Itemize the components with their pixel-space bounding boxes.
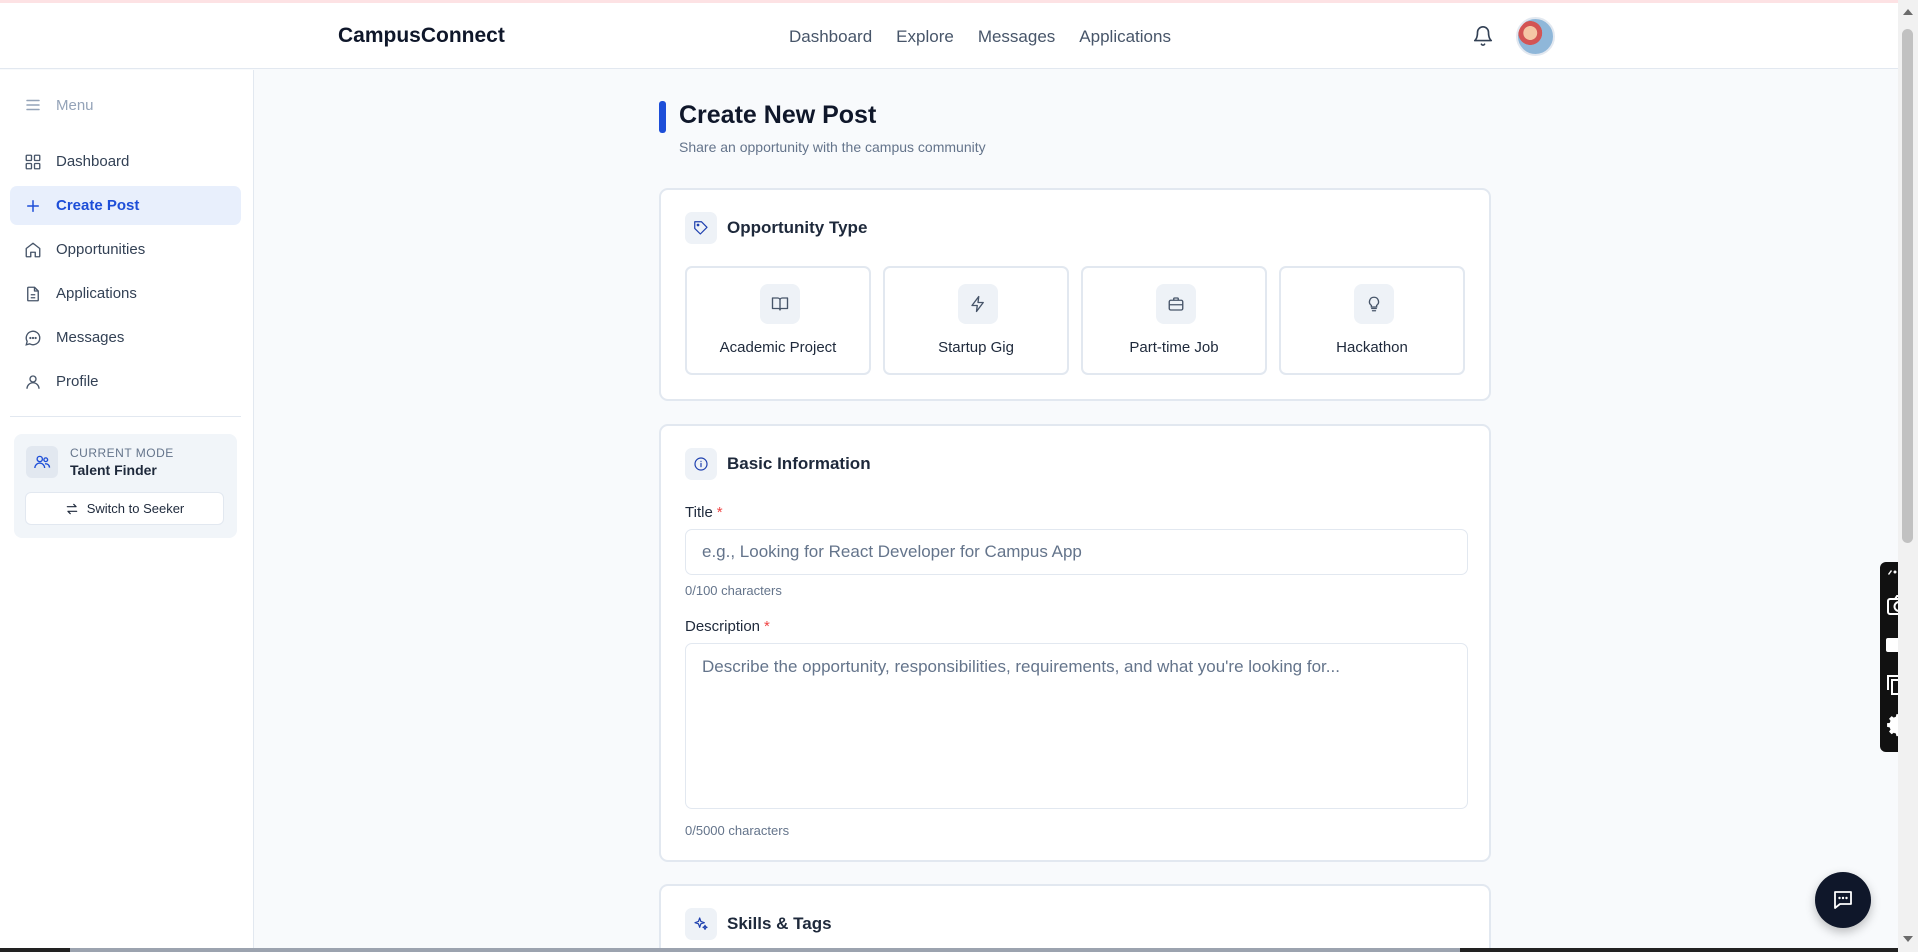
switch-mode-button[interactable]: Switch to Seeker xyxy=(25,492,224,525)
menu-label: Menu xyxy=(56,96,94,114)
description-char-counter: 0/5000 characters xyxy=(685,823,790,838)
mode-value: Talent Finder xyxy=(70,462,157,478)
sidebar-item-label: Profile xyxy=(56,373,99,390)
sparkles-icon xyxy=(685,908,717,940)
chat-bubble-icon xyxy=(25,330,41,346)
notification-bell-icon[interactable] xyxy=(1472,25,1494,47)
page-title: Create New Post xyxy=(679,101,877,129)
sidebar-item-opportunities[interactable]: Opportunities xyxy=(10,230,241,269)
users-icon xyxy=(26,446,58,478)
sidebar-item-label: Applications xyxy=(56,285,137,302)
bottom-taskbar-strip xyxy=(0,948,1898,952)
title-field-label: Title * xyxy=(685,504,723,521)
swap-arrows-icon xyxy=(66,503,77,514)
title-input[interactable] xyxy=(685,529,1468,575)
chat-support-button[interactable] xyxy=(1815,872,1871,928)
plus-icon xyxy=(27,199,39,212)
card-header: Basic Information xyxy=(685,448,871,480)
type-option-label: Part-time Job xyxy=(1129,339,1219,356)
tag-icon xyxy=(685,212,717,244)
grid-icon xyxy=(25,154,41,169)
top-nav-applications[interactable]: Applications xyxy=(1079,27,1171,47)
lightning-icon xyxy=(958,284,998,324)
type-option-label: Startup Gig xyxy=(938,339,1014,356)
file-icon xyxy=(27,286,39,301)
card-header: Opportunity Type xyxy=(685,212,867,244)
top-nav-dashboard[interactable]: Dashboard xyxy=(789,27,872,47)
page-subtitle: Share an opportunity with the campus com… xyxy=(679,139,986,155)
lightbulb-icon xyxy=(1354,284,1394,324)
description-label-text: Description xyxy=(685,618,761,635)
card-title: Opportunity Type xyxy=(727,218,868,237)
taskbar-segment xyxy=(70,948,1460,952)
title-char-counter: 0/100 characters xyxy=(685,583,782,598)
current-mode-panel: CURRENT MODE Talent Finder Switch to See… xyxy=(14,434,237,538)
type-option-academic-project[interactable]: Academic Project xyxy=(685,266,871,375)
required-mark: * xyxy=(716,504,723,521)
home-icon xyxy=(25,242,41,257)
sidebar-item-label: Dashboard xyxy=(56,153,130,170)
scrollbar-thumb[interactable] xyxy=(1902,29,1913,543)
briefcase-icon xyxy=(1156,284,1196,324)
card-title: Basic Information xyxy=(727,454,871,473)
type-option-startup-gig[interactable]: Startup Gig xyxy=(883,266,1069,375)
top-header: CampusConnect Dashboard Explore Messages… xyxy=(0,3,1898,69)
mode-label: CURRENT MODE xyxy=(70,446,174,460)
card-header: Skills & Tags xyxy=(685,908,832,940)
description-textarea[interactable] xyxy=(685,643,1468,809)
basic-information-card: Basic Information Title* 0/100 character… xyxy=(659,424,1491,862)
info-icon xyxy=(685,448,717,480)
description-field-label: Description * xyxy=(685,618,770,635)
user-avatar[interactable] xyxy=(1516,17,1555,56)
opportunity-type-options: Academic Project Startup Gig Part-time J… xyxy=(685,266,1465,375)
user-icon xyxy=(26,374,40,389)
sidebar-item-label: Opportunities xyxy=(56,241,146,258)
top-nav-explore[interactable]: Explore xyxy=(896,27,954,47)
hamburger-icon xyxy=(26,99,40,111)
skills-tags-card: Skills & Tags xyxy=(659,884,1491,952)
sidebar-item-messages[interactable]: Messages xyxy=(10,318,241,357)
message-square-icon xyxy=(1834,891,1852,909)
page-scrollbar[interactable] xyxy=(1898,0,1918,952)
type-option-hackathon[interactable]: Hackathon xyxy=(1279,266,1465,375)
scroll-down-arrow-icon[interactable] xyxy=(1903,936,1913,942)
sidebar-item-profile[interactable]: Profile xyxy=(10,362,241,401)
sidebar-item-create-post[interactable]: Create Post xyxy=(10,186,241,225)
top-nav-messages[interactable]: Messages xyxy=(978,27,1055,47)
type-option-label: Academic Project xyxy=(719,339,837,356)
title-accent-bar xyxy=(659,101,666,133)
sidebar-item-label: Messages xyxy=(56,329,125,346)
sidebar-item-label: Create Post xyxy=(56,197,140,214)
type-option-part-time-job[interactable]: Part-time Job xyxy=(1081,266,1267,375)
sidebar-item-applications[interactable]: Applications xyxy=(10,274,241,313)
type-option-label: Hackathon xyxy=(1336,339,1408,356)
scroll-up-arrow-icon[interactable] xyxy=(1903,9,1913,15)
sidebar-divider xyxy=(10,416,241,417)
title-label-text: Title xyxy=(685,504,713,521)
sidebar-item-dashboard[interactable]: Dashboard xyxy=(10,142,241,181)
opportunity-type-card: Opportunity Type Academic Project Startu… xyxy=(659,188,1491,401)
book-icon xyxy=(760,284,800,324)
sidebar-menu-toggle[interactable]: Menu xyxy=(24,96,94,114)
sidebar: Menu Dashboard Create Post Opportunities… xyxy=(0,70,254,952)
brand-logo[interactable]: CampusConnect xyxy=(338,24,505,48)
top-nav: Dashboard Explore Messages Applications xyxy=(789,27,1171,47)
switch-mode-label: Switch to Seeker xyxy=(86,501,185,516)
card-title: Skills & Tags xyxy=(727,914,832,933)
required-mark: * xyxy=(764,618,770,635)
